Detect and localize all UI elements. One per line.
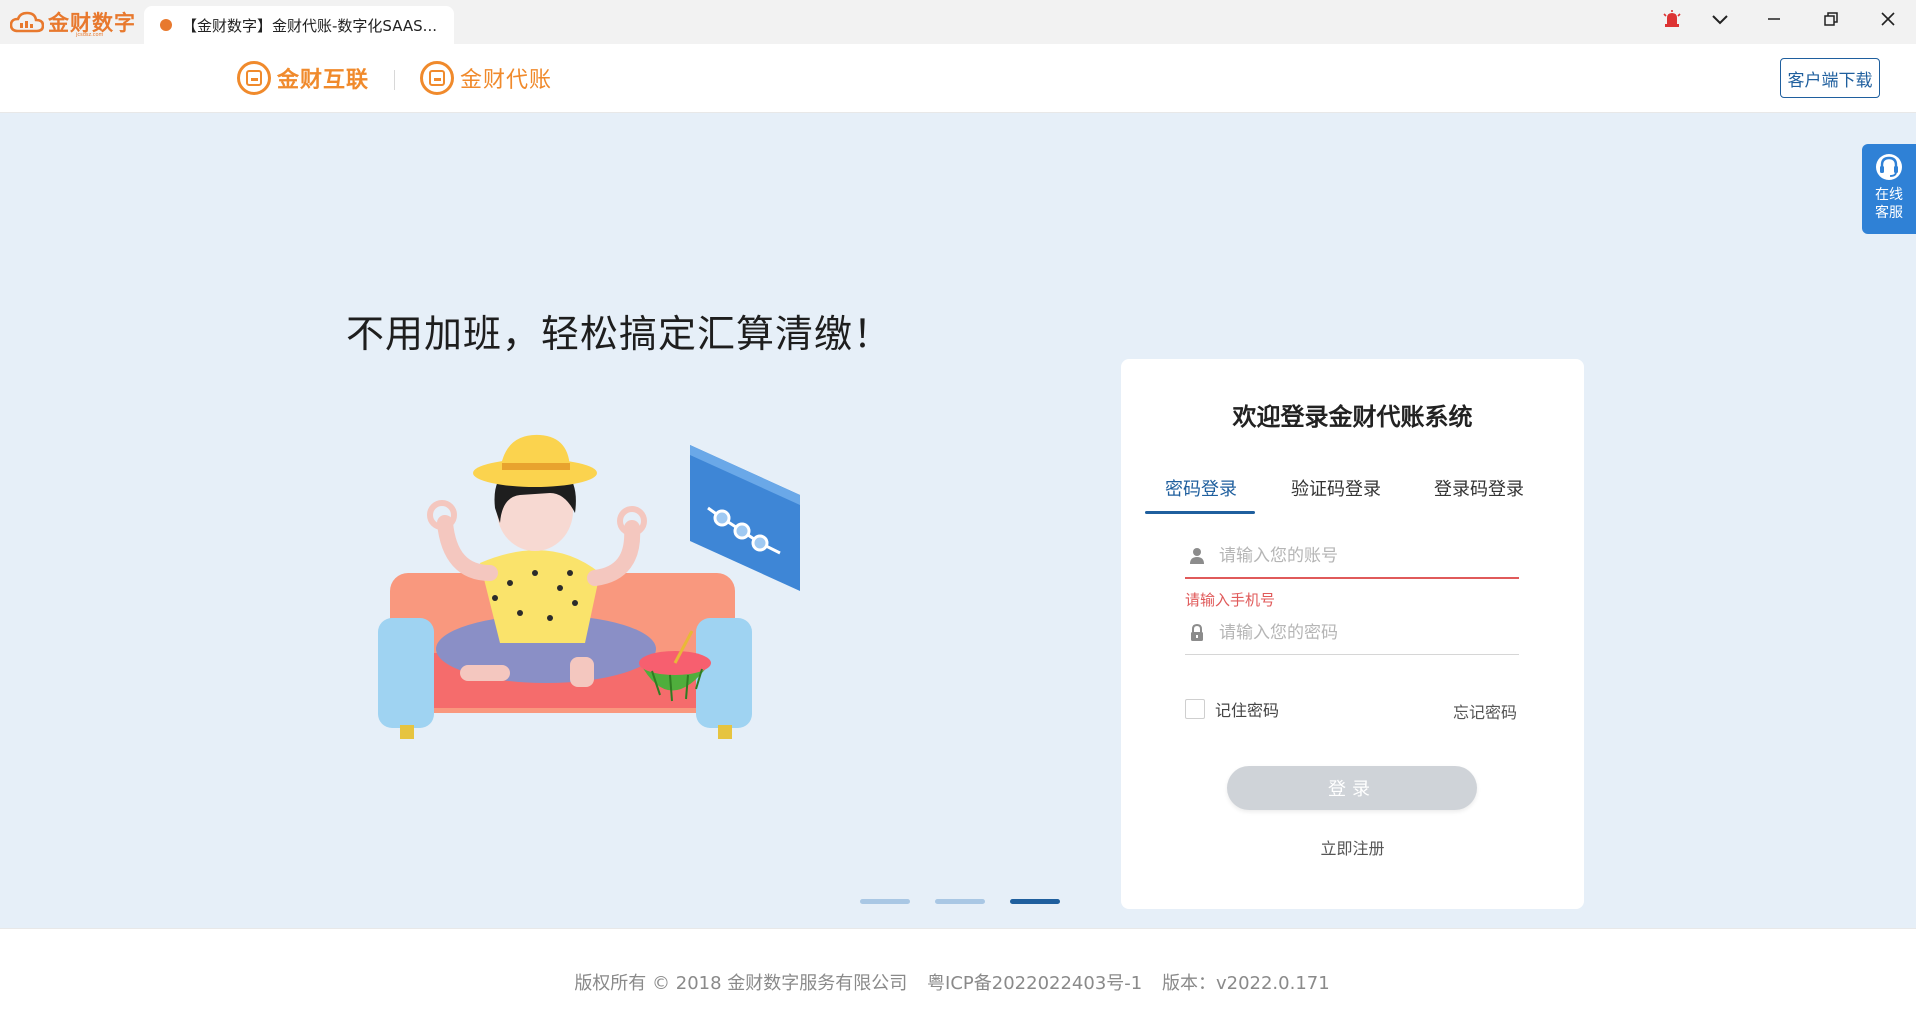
carousel-dot-1[interactable] [860, 899, 910, 904]
restore-icon[interactable] [1807, 0, 1855, 38]
jincai-daizhang-logo[interactable]: 金财代账 [420, 60, 552, 96]
site-header: 金财互联 金财代账 客户端下载 [0, 44, 1916, 113]
remember-password[interactable]: 记住密码 [1185, 697, 1279, 721]
footer-icp[interactable]: 粤ICP备2022022403号-1 [927, 973, 1142, 994]
alarm-icon[interactable] [1648, 0, 1696, 38]
cloud-logo-icon [10, 11, 44, 33]
chevron-down-icon[interactable] [1696, 0, 1744, 38]
hero-banner: 不用加班，轻松搞定汇算清缴！ 欢迎登录金财代账系统 密码登录 验证码登录 登录码… [0, 113, 1916, 928]
jincai-daizhang-label: 金财代账 [460, 68, 553, 93]
tab-login-code-login[interactable]: 登录码登录 [1434, 475, 1524, 501]
meditating-girl-illustration [378, 434, 800, 739]
account-input[interactable] [1219, 546, 1499, 566]
header-divider [394, 70, 395, 90]
client-download-button[interactable]: 客户端下载 [1780, 58, 1880, 98]
footer-version: 版本：v2022.0.171 [1161, 973, 1330, 994]
online-service-button[interactable]: 在线客服 [1862, 144, 1916, 234]
login-button[interactable]: 登录 [1227, 766, 1477, 810]
forgot-password-link[interactable]: 忘记密码 [1453, 699, 1517, 723]
minimize-icon[interactable] [1750, 0, 1798, 38]
headset-icon [1876, 154, 1902, 180]
footer-info: 版权所有 © 2018 金财数字服务有限公司 粤ICP备2022022403号-… [0, 969, 1916, 995]
jincai-logo-icon [420, 61, 454, 95]
app-brand-url: jcsdsz.com [76, 32, 104, 38]
login-title: 欢迎登录金财代账系统 [1232, 403, 1473, 431]
browser-tab[interactable]: 【金财数字】金财代账-数字化SAAS... [144, 6, 454, 44]
carousel-dot-3[interactable] [1010, 899, 1060, 904]
carousel-dot-2[interactable] [935, 899, 985, 904]
site-footer: 版权所有 © 2018 金财数字服务有限公司 粤ICP备2022022403号-… [0, 928, 1916, 1026]
jincai-logo-icon [237, 61, 271, 95]
jincai-hulian-logo[interactable]: 金财互联 [237, 60, 369, 96]
lock-icon [1191, 623, 1203, 641]
account-field [1185, 535, 1519, 579]
window-title-bar: 金财数字 jcsdsz.com 【金财数字】金财代账-数字化SAAS... [0, 0, 1916, 44]
tab-title: 【金财数字】金财代账-数字化SAAS... [182, 16, 437, 35]
user-icon [1190, 548, 1204, 564]
footer-copyright: 版权所有 © 2018 金财数字服务有限公司 [574, 973, 908, 994]
jincai-hulian-label: 金财互联 [277, 68, 370, 93]
register-link[interactable]: 立即注册 [1121, 835, 1584, 859]
app-logo: 金财数字 jcsdsz.com [10, 6, 136, 38]
active-tab-indicator [1145, 511, 1255, 514]
password-field [1185, 611, 1519, 655]
remember-password-checkbox[interactable] [1185, 699, 1205, 719]
remember-password-label: 记住密码 [1215, 701, 1280, 720]
tab-sms-code-login[interactable]: 验证码登录 [1291, 475, 1381, 501]
login-card: 欢迎登录金财代账系统 密码登录 验证码登录 登录码登录 请输入手机号 记住密码 … [1121, 359, 1584, 909]
tab-favicon-dot-icon [160, 19, 172, 31]
online-service-label: 在线客服 [1875, 187, 1903, 221]
close-icon[interactable] [1864, 0, 1912, 38]
account-error-message: 请输入手机号 [1185, 591, 1276, 609]
tab-password-login[interactable]: 密码登录 [1165, 475, 1237, 501]
hero-slogan: 不用加班，轻松搞定汇算清缴！ [346, 312, 893, 356]
password-input[interactable] [1219, 622, 1499, 643]
